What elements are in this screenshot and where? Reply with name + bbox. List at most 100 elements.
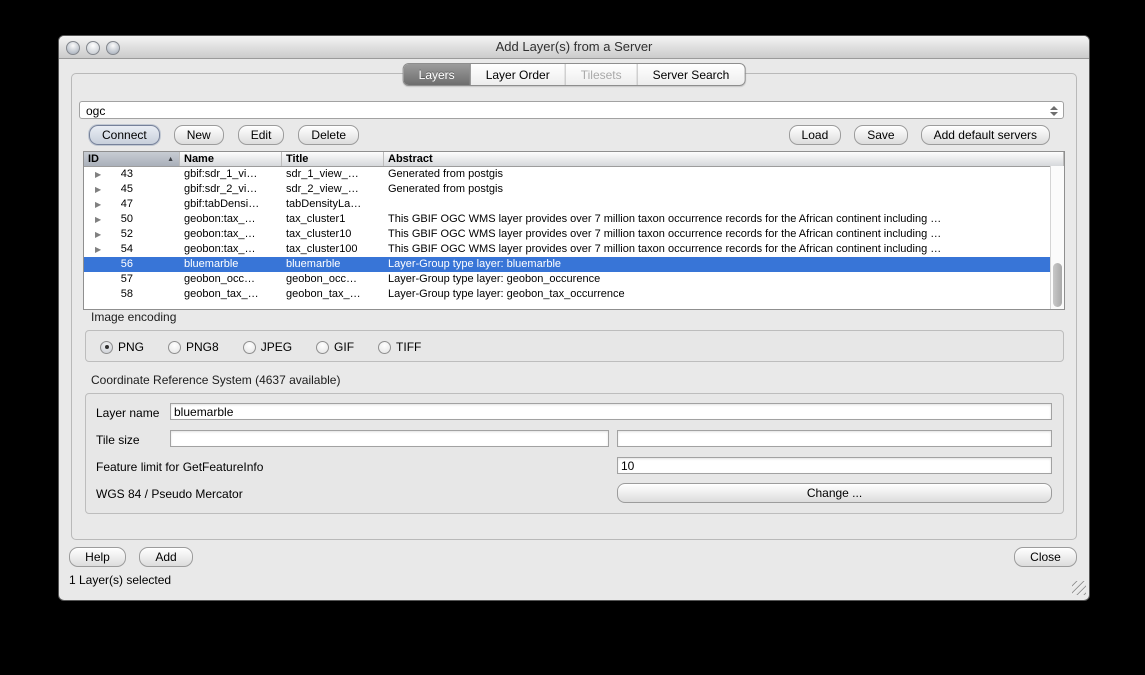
row-abstract: This GBIF OGC WMS layer provides over 7 … xyxy=(384,212,1064,227)
row-id: 57 xyxy=(105,272,133,287)
feature-limit-input[interactable] xyxy=(617,457,1052,474)
screen: Add Layer(s) from a Server Layers Layer … xyxy=(0,0,1145,675)
layer-name-label: Layer name xyxy=(96,406,159,420)
disclosure-triangle-icon[interactable]: ▶ xyxy=(95,242,105,257)
tile-size-label: Tile size xyxy=(96,433,140,447)
row-abstract: This GBIF OGC WMS layer provides over 7 … xyxy=(384,227,1064,242)
row-name: geobon:tax_… xyxy=(180,212,282,227)
layer-name-input[interactable] xyxy=(170,403,1052,420)
radio-gif[interactable]: GIF xyxy=(316,340,354,354)
row-id: 52 xyxy=(105,227,133,242)
resize-grip[interactable] xyxy=(1072,581,1086,595)
close-button[interactable]: Close xyxy=(1014,547,1077,567)
load-button[interactable]: Load xyxy=(789,125,842,145)
row-abstract xyxy=(384,197,1064,212)
row-title: tax_cluster10 xyxy=(282,227,384,242)
disclosure-triangle-icon[interactable]: ▶ xyxy=(95,212,105,227)
new-button[interactable]: New xyxy=(174,125,224,145)
radio-icon xyxy=(243,341,256,354)
row-title: bluemarble xyxy=(282,257,384,272)
radio-png8[interactable]: PNG8 xyxy=(168,340,219,354)
table-row[interactable]: ▶58 geobon_tax_… geobon_tax_… Layer-Grou… xyxy=(84,287,1064,302)
radio-icon xyxy=(168,341,181,354)
scrollbar-thumb[interactable] xyxy=(1053,263,1062,307)
row-abstract: This GBIF OGC WMS layer provides over 7 … xyxy=(384,242,1064,257)
help-button[interactable]: Help xyxy=(69,547,126,567)
layers-table: ID ▲ Name Title Abstract ▶43 gbif:sdr_1_… xyxy=(83,151,1065,310)
crs-section-label: Coordinate Reference System (4637 availa… xyxy=(91,373,340,387)
add-default-servers-button[interactable]: Add default servers xyxy=(921,125,1050,145)
row-name: geobon:tax_… xyxy=(180,227,282,242)
disclosure-triangle-icon[interactable]: ▶ xyxy=(95,227,105,242)
crs-value-label: WGS 84 / Pseudo Mercator xyxy=(96,487,243,501)
radio-jpeg[interactable]: JPEG xyxy=(243,340,292,354)
row-name: gbif:sdr_1_vi… xyxy=(180,167,282,182)
row-id: 56 xyxy=(105,257,133,272)
edit-button[interactable]: Edit xyxy=(238,125,285,145)
table-row[interactable]: ▶43 gbif:sdr_1_vi… sdr_1_view_… Generate… xyxy=(84,167,1064,182)
connect-button[interactable]: Connect xyxy=(89,125,160,145)
table-header: ID ▲ Name Title Abstract xyxy=(84,152,1064,167)
row-name: gbif:tabDensi… xyxy=(180,197,282,212)
server-select[interactable]: ogc xyxy=(79,101,1064,119)
window-title: Add Layer(s) from a Server xyxy=(59,39,1089,54)
row-title: tax_cluster1 xyxy=(282,212,384,227)
sort-ascending-icon: ▲ xyxy=(167,156,179,163)
add-layers-dialog: Add Layer(s) from a Server Layers Layer … xyxy=(58,35,1090,601)
row-abstract: Layer-Group type layer: geobon_tax_occur… xyxy=(384,287,1064,302)
column-header-title[interactable]: Title xyxy=(282,152,384,166)
disclosure-triangle-icon[interactable]: ▶ xyxy=(95,182,105,197)
row-title: tabDensityLa… xyxy=(282,197,384,212)
table-row[interactable]: ▶57 geobon_occ… geobon_occ… Layer-Group … xyxy=(84,272,1064,287)
row-id: 50 xyxy=(105,212,133,227)
tile-width-input[interactable] xyxy=(170,430,609,447)
column-header-name[interactable]: Name xyxy=(180,152,282,166)
table-row[interactable]: ▶52 geobon:tax_… tax_cluster10 This GBIF… xyxy=(84,227,1064,242)
tab-layer-order[interactable]: Layer Order xyxy=(471,64,566,85)
save-button[interactable]: Save xyxy=(854,125,907,145)
disclosure-triangle-icon[interactable]: ▶ xyxy=(95,167,105,182)
table-row-selected[interactable]: ▶56 bluemarble bluemarble Layer-Group ty… xyxy=(84,257,1064,272)
row-id: 54 xyxy=(105,242,133,257)
table-row[interactable]: ▶50 geobon:tax_… tax_cluster1 This GBIF … xyxy=(84,212,1064,227)
column-header-id[interactable]: ID ▲ xyxy=(84,152,180,166)
row-name: geobon_occ… xyxy=(180,272,282,287)
row-name: gbif:sdr_2_vi… xyxy=(180,182,282,197)
radio-tiff[interactable]: TIFF xyxy=(378,340,421,354)
tab-tilesets: Tilesets xyxy=(566,64,638,85)
title-bar[interactable]: Add Layer(s) from a Server xyxy=(59,36,1089,59)
change-crs-button[interactable]: Change ... xyxy=(617,483,1052,503)
table-row[interactable]: ▶47 gbif:tabDensi… tabDensityLa… xyxy=(84,197,1064,212)
server-list-buttons: Load Save Add default servers xyxy=(789,125,1050,145)
row-name: geobon_tax_… xyxy=(180,287,282,302)
row-id: 45 xyxy=(105,182,133,197)
disclosure-triangle-icon[interactable]: ▶ xyxy=(95,197,105,212)
radio-icon xyxy=(316,341,329,354)
table-row[interactable]: ▶54 geobon:tax_… tax_cluster100 This GBI… xyxy=(84,242,1064,257)
row-title: sdr_2_view_… xyxy=(282,182,384,197)
combo-stepper-icon[interactable] xyxy=(1048,104,1059,118)
row-abstract: Layer-Group type layer: bluemarble xyxy=(384,257,1064,272)
radio-png[interactable]: PNG xyxy=(100,340,144,354)
tab-server-search[interactable]: Server Search xyxy=(638,64,745,85)
delete-button[interactable]: Delete xyxy=(298,125,359,145)
tab-layers[interactable]: Layers xyxy=(404,64,471,85)
add-button[interactable]: Add xyxy=(139,547,193,567)
row-title: sdr_1_view_… xyxy=(282,167,384,182)
radio-selected-icon xyxy=(100,341,113,354)
row-abstract: Layer-Group type layer: geobon_occurence xyxy=(384,272,1064,287)
column-header-abstract[interactable]: Abstract xyxy=(384,152,1064,166)
crs-form-group: Layer name Tile size Feature limit for G… xyxy=(85,393,1064,514)
image-encoding-group: PNG PNG8 JPEG GIF TIFF xyxy=(85,330,1064,362)
feature-limit-label: Feature limit for GetFeatureInfo xyxy=(96,460,263,474)
row-id: 43 xyxy=(105,167,133,182)
tab-bar: Layers Layer Order Tilesets Server Searc… xyxy=(403,63,746,86)
table-row[interactable]: ▶45 gbif:sdr_2_vi… sdr_2_view_… Generate… xyxy=(84,182,1064,197)
selection-status: 1 Layer(s) selected xyxy=(69,573,171,587)
tile-height-input[interactable] xyxy=(617,430,1052,447)
row-title: geobon_occ… xyxy=(282,272,384,287)
row-abstract: Generated from postgis xyxy=(384,182,1064,197)
row-name: geobon:tax_… xyxy=(180,242,282,257)
server-select-value: ogc xyxy=(86,104,105,118)
table-scrollbar[interactable] xyxy=(1050,166,1064,309)
